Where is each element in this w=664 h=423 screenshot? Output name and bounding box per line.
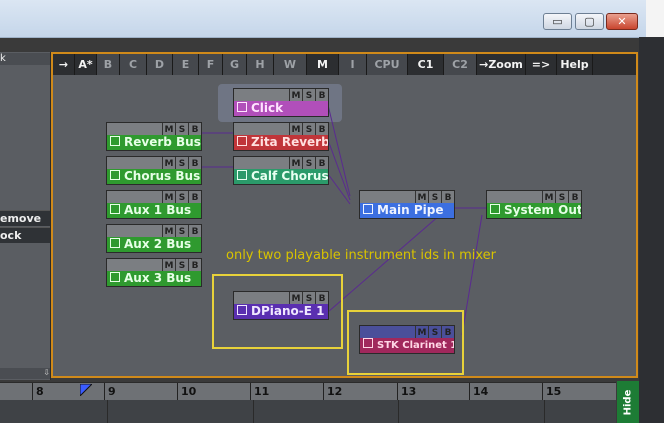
strip-label: Calf Chorus [251,169,328,183]
strip-reverb-bus[interactable]: MSB Reverb Bus [106,122,202,151]
wire-dpiano-main [327,214,441,313]
strip-label: Zita Reverb [251,135,328,149]
checkbox-icon[interactable] [110,136,120,146]
ruler-tick-line [104,383,105,400]
ruler-tick-label: 15 [546,385,562,398]
strip-aux-1-bus[interactable]: MSB Aux 1 Bus [106,190,202,219]
wire-calf-main [327,173,351,205]
ruler-tick-label: 13 [401,385,417,398]
ruler-tick-line [177,383,178,400]
ruler-tick-line [469,383,470,400]
ruler-tick-label: 12 [327,385,343,398]
strip-chorus-bus[interactable]: MSB Chorus Bus [106,156,202,185]
ruler-tick-line [323,383,324,400]
strip-label: Aux 2 Bus [124,237,192,251]
ruler-tick-label: 11 [254,385,270,398]
highlight-box-dpiano [212,274,343,349]
wire-stk-system [461,214,483,336]
strip-label: Click [251,101,284,115]
ruler-tick-label: 9 [108,385,116,398]
checkbox-icon[interactable] [237,102,247,112]
ruler-tick-line [250,383,251,400]
annotation-text: only two playable instrument ids in mixe… [226,248,497,263]
wire-click-main [327,104,351,197]
checkbox-icon[interactable] [237,136,247,146]
track-divider [398,400,399,423]
track-divider [253,400,254,423]
strip-label: Aux 3 Bus [124,271,192,285]
ruler-tick-label: 14 [473,385,489,398]
track-divider [107,400,108,423]
checkbox-icon[interactable] [110,170,120,180]
ruler-tick-label: 8 [36,385,44,398]
timeline-ruler[interactable]: 8 9 10 11 12 13 14 15 [0,382,616,400]
checkbox-icon[interactable] [110,238,120,248]
checkbox-icon[interactable] [363,204,373,214]
strip-calf-chorus[interactable]: MSB Calf Chorus [233,156,329,185]
checkbox-icon[interactable] [237,170,247,180]
hide-button[interactable]: Hide [617,381,639,423]
strip-aux-2-bus[interactable]: MSB Aux 2 Bus [106,224,202,253]
strip-label: System Out [504,203,581,217]
strip-system-out[interactable]: MSB System Out [486,190,582,219]
checkbox-icon[interactable] [490,204,500,214]
strip-click[interactable]: MSB Click [233,88,329,117]
track-divider [544,400,545,423]
strip-label: Chorus Bus [124,169,201,183]
ruler-tick-line [32,383,33,400]
strip-zita-reverb[interactable]: MSB Zita Reverb [233,122,329,151]
strip-label: Reverb Bus [124,135,201,149]
highlight-box-stk [347,310,464,375]
track-lane[interactable] [0,400,616,423]
strip-aux-3-bus[interactable]: MSB Aux 3 Bus [106,258,202,287]
ruler-tick-line [542,383,543,400]
strip-main-pipe[interactable]: MSB Main Pipe [359,190,455,219]
ruler-tick-line [397,383,398,400]
checkbox-icon[interactable] [110,204,120,214]
ruler-tick-label: 10 [181,385,197,398]
strip-label: Aux 1 Bus [124,203,192,217]
checkbox-icon[interactable] [110,272,120,282]
playhead-marker-icon[interactable] [80,384,92,396]
strip-label: Main Pipe [377,203,444,217]
